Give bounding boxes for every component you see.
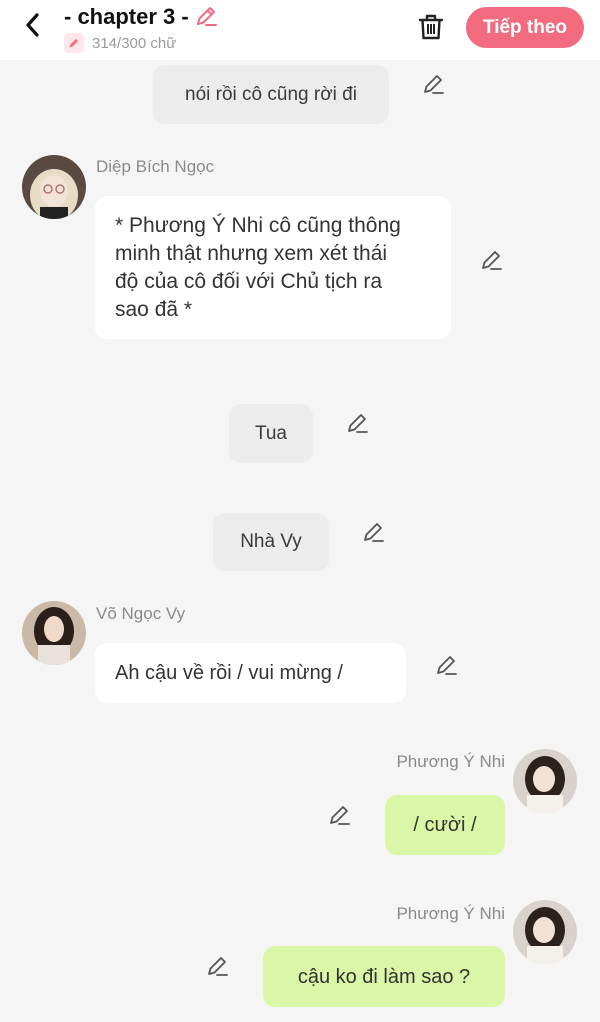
message-line: độ của cô đối với Chủ tịch ra	[115, 270, 383, 293]
next-button[interactable]: Tiếp theo	[466, 7, 584, 48]
edit-message-button[interactable]	[205, 954, 229, 978]
chapter-title[interactable]: - chapter 3 -	[64, 4, 189, 30]
avatar[interactable]	[22, 601, 86, 665]
avatar[interactable]	[22, 155, 86, 219]
edit-message-button[interactable]	[327, 803, 351, 827]
edit-message-button[interactable]	[361, 520, 385, 544]
pencil-icon	[208, 957, 228, 976]
sender-name: Võ Ngọc Vy	[96, 604, 186, 623]
edit-title-button[interactable]	[194, 4, 218, 28]
trash-icon	[418, 14, 444, 40]
count-chip	[64, 33, 84, 53]
message-line: sao đã *	[115, 298, 193, 321]
pencil-icon	[197, 7, 217, 26]
narration-bubble[interactable]: Tua	[229, 404, 313, 463]
pencil-icon	[69, 38, 79, 48]
message-bubble[interactable]: cậu ko đi làm sao ?	[263, 946, 505, 1007]
back-button[interactable]	[18, 10, 48, 40]
top-bar: - chapter 3 - 314/300 chữ Tiếp theo	[0, 0, 600, 60]
sender-name: Phương Ý Nhi	[396, 904, 505, 923]
narration-bubble[interactable]: nói rồi cô cũng rời đi	[153, 65, 389, 124]
pencil-icon	[348, 414, 368, 433]
edit-message-button[interactable]	[479, 248, 503, 272]
character-count: 314/300 chữ	[64, 33, 176, 53]
pencil-icon	[424, 75, 444, 94]
edit-message-button[interactable]	[421, 72, 445, 96]
edit-message-button[interactable]	[434, 653, 458, 677]
message-bubble[interactable]: / cười /	[385, 795, 505, 855]
avatar[interactable]	[513, 749, 577, 813]
pencil-icon	[437, 656, 457, 675]
character-count-text: 314/300 chữ	[92, 34, 177, 52]
message-line: minh thật nhưng xem xét thái	[115, 242, 388, 265]
pencil-icon	[330, 806, 350, 825]
edit-message-button[interactable]	[345, 411, 369, 435]
message-bubble[interactable]: * Phương Ý Nhi cô cũng thông minh thật n…	[95, 196, 451, 339]
message-line: * Phương Ý Nhi cô cũng thông	[115, 214, 401, 237]
sender-name: Phương Ý Nhi	[396, 752, 505, 771]
pencil-icon	[364, 523, 384, 542]
sender-name: Diệp Bích Ngọc	[96, 157, 215, 176]
avatar[interactable]	[513, 900, 577, 964]
chevron-left-icon	[26, 13, 39, 37]
pencil-icon	[482, 251, 502, 270]
message-bubble[interactable]: Ah cậu về rồi / vui mừng /	[95, 643, 406, 703]
delete-button[interactable]	[417, 12, 445, 42]
narration-bubble[interactable]: Nhà Vy	[213, 513, 329, 571]
